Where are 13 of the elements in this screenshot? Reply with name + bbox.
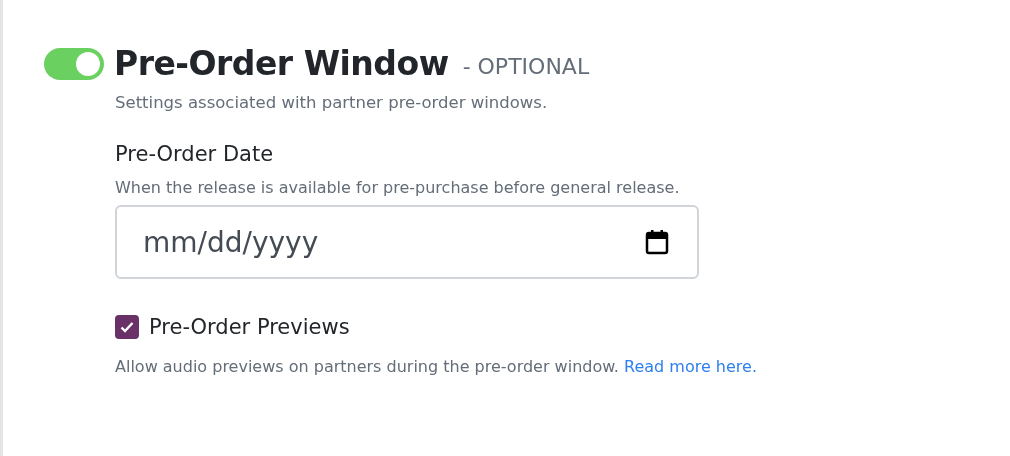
section-title: Pre-Order Window bbox=[114, 44, 449, 83]
section-description: Settings associated with partner pre-order windows. bbox=[115, 93, 549, 112]
optional-label: - OPTIONAL bbox=[462, 54, 590, 79]
check-icon bbox=[119, 319, 135, 335]
field-hint: When the release is available for pre-purchase before general release. bbox=[115, 178, 681, 197]
checkbox-label: Pre-Order Previews bbox=[149, 315, 350, 339]
toggle-switch[interactable] bbox=[44, 47, 104, 80]
calendar-icon[interactable] bbox=[645, 229, 669, 255]
field-label: Pre-Order Date bbox=[115, 142, 275, 166]
checkbox[interactable] bbox=[115, 315, 139, 339]
read-more-link[interactable]: Read more here. bbox=[624, 357, 757, 376]
date-field[interactable]: mm/dd/yyyy bbox=[115, 205, 699, 279]
help-text: Allow audio previews on partners during the pre-order window. Read more here. bbox=[115, 357, 758, 376]
